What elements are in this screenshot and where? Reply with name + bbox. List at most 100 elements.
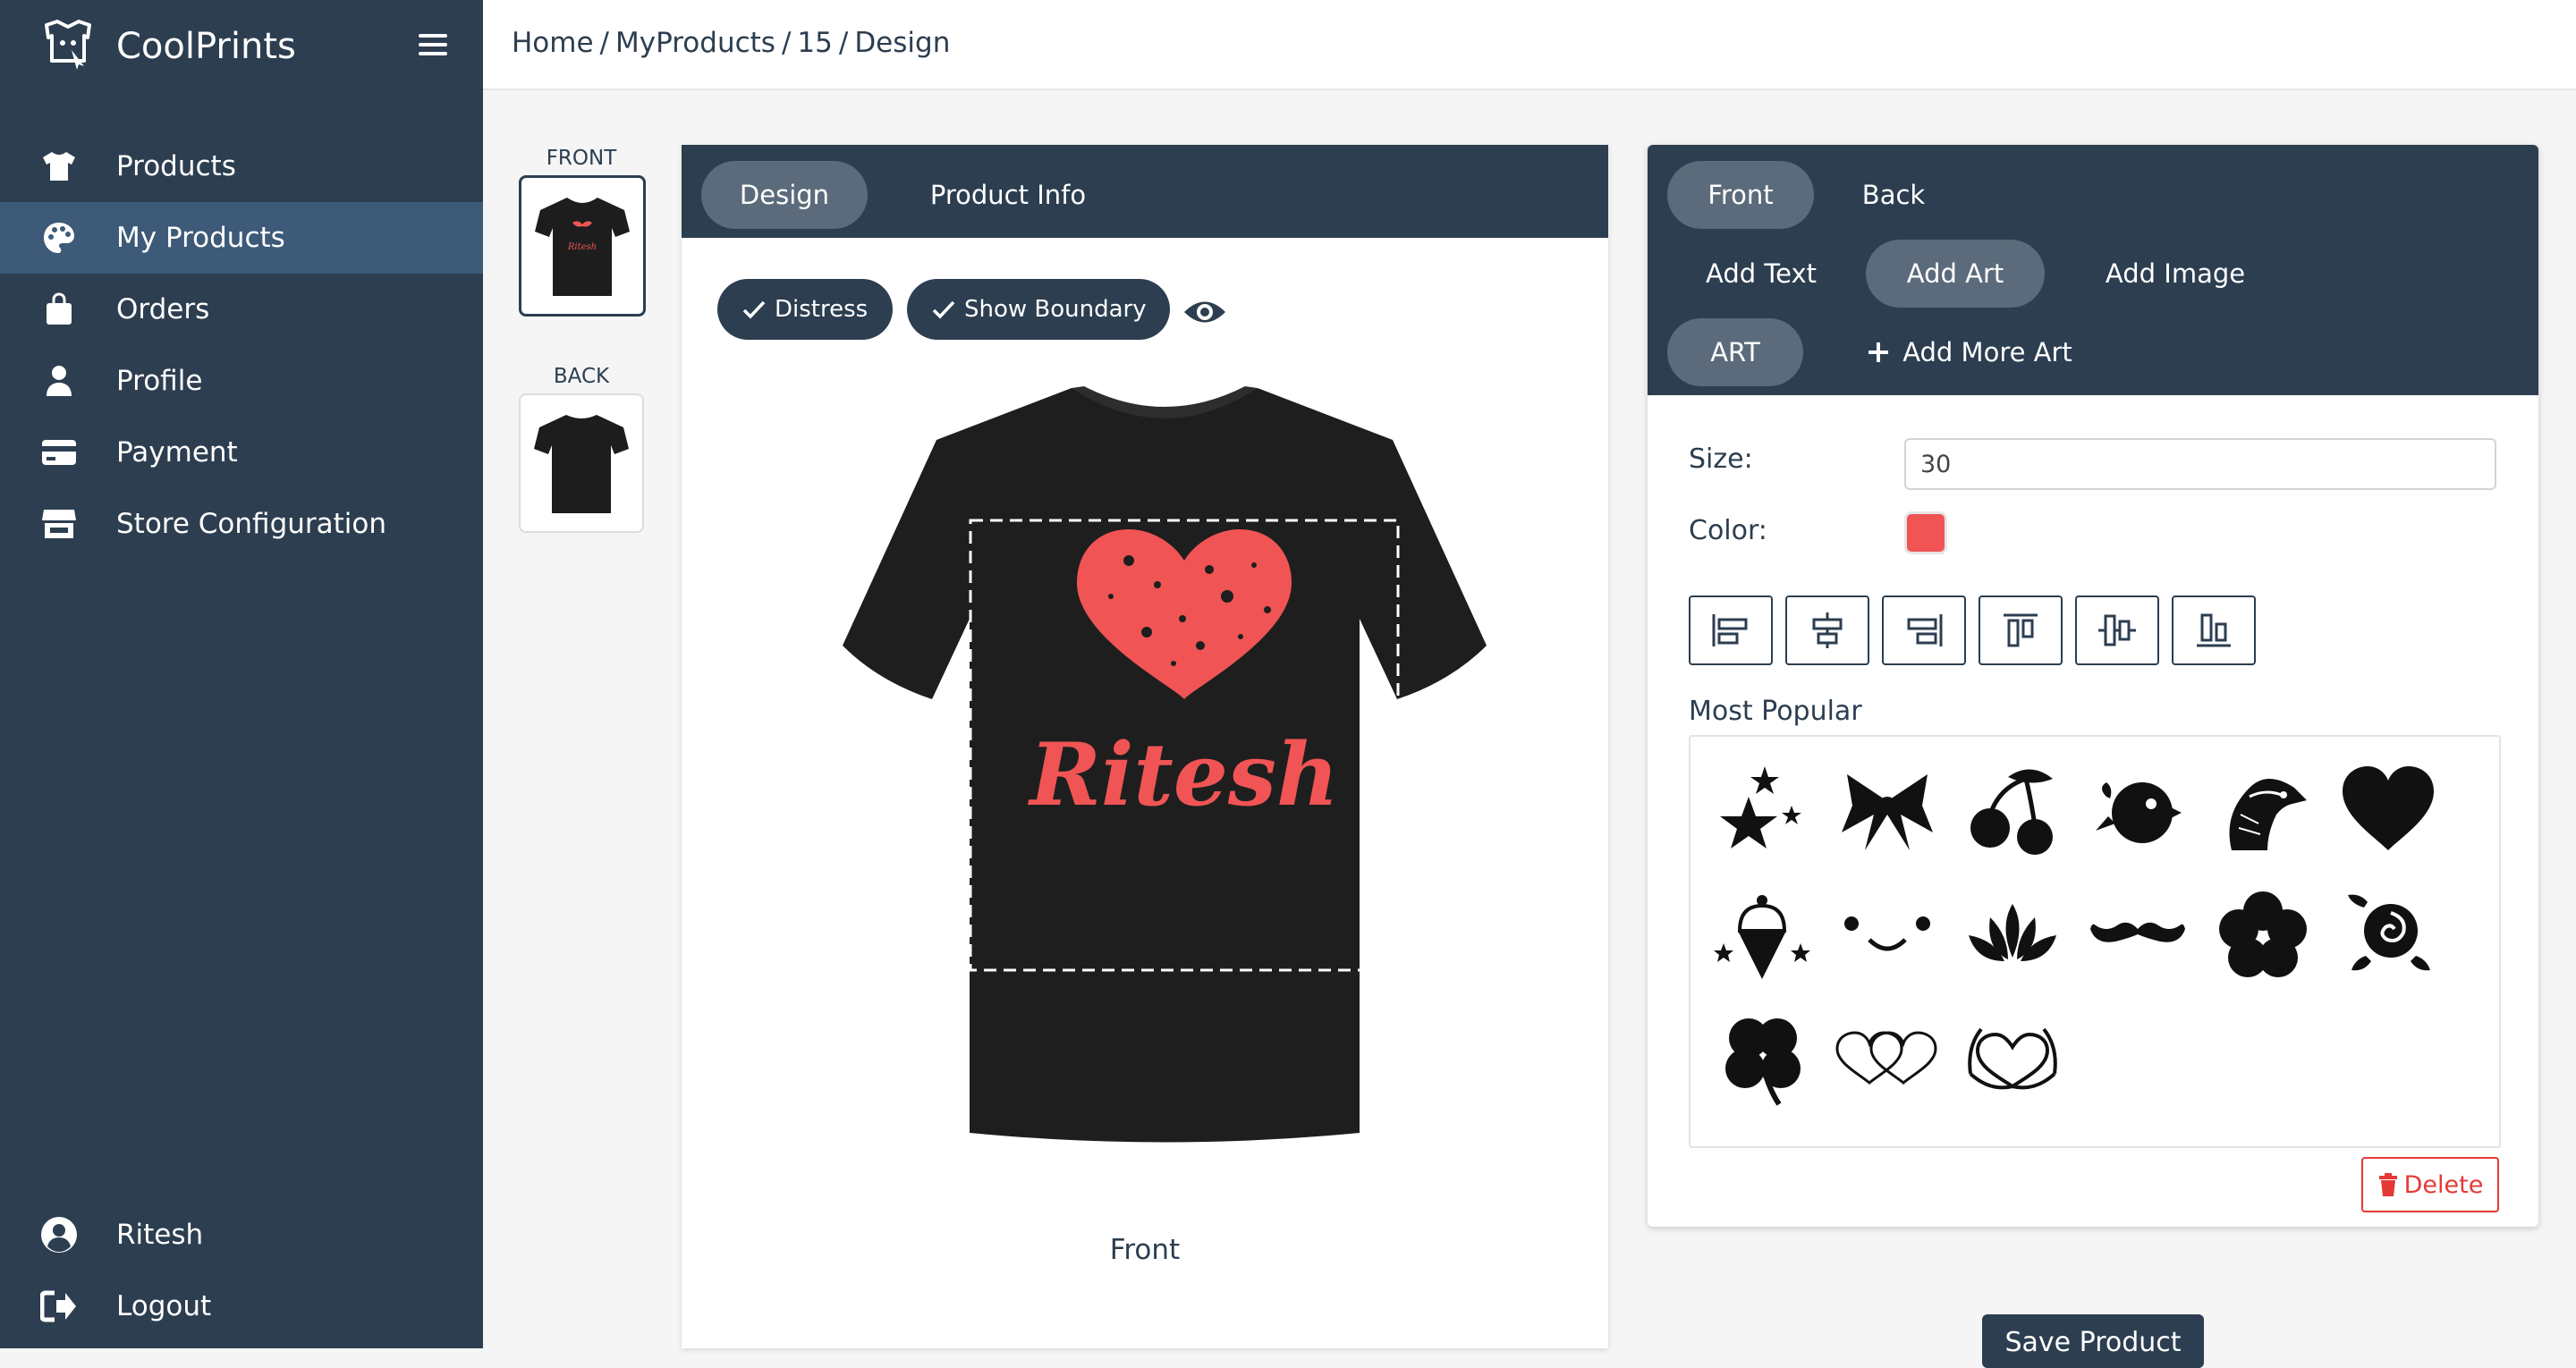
sidebar-item-label: My Products <box>116 222 285 254</box>
delete-label: Delete <box>2403 1170 2484 1199</box>
tab-front[interactable]: Front <box>1667 161 1814 229</box>
design-panel-header: Design Product Info <box>682 145 1608 238</box>
art-stars[interactable] <box>1708 756 1816 864</box>
add-more-art-label: Add More Art <box>1902 337 2072 367</box>
shirt-text[interactable]: Ritesh <box>1027 724 1339 825</box>
show-boundary-toggle[interactable]: Show Boundary <box>907 279 1170 340</box>
art-double-hearts[interactable] <box>1834 1007 1941 1114</box>
tab-back[interactable]: Back <box>1835 161 1952 229</box>
sidebar-item-user[interactable]: Ritesh <box>0 1199 483 1271</box>
breadcrumb-current: Design <box>854 27 951 59</box>
align-left-button[interactable] <box>1689 595 1773 665</box>
save-product-button[interactable]: Save Product <box>1982 1314 2204 1368</box>
user-circle-icon <box>39 1215 79 1254</box>
most-popular-label: Most Popular <box>1689 696 1862 727</box>
art-bird[interactable] <box>2084 756 2191 864</box>
tab-design[interactable]: Design <box>701 161 868 229</box>
art-lotus[interactable] <box>1959 882 2066 989</box>
check-icon <box>932 300 955 319</box>
breadcrumb-product-id[interactable]: 15 <box>797 27 832 59</box>
plus-icon <box>1868 342 1889 362</box>
brand-name: CoolPrints <box>116 26 296 67</box>
distress-label: Distress <box>775 296 869 323</box>
sidebar-item-orders[interactable]: Orders <box>0 274 483 345</box>
sidebar-item-store-configuration[interactable]: Store Configuration <box>0 488 483 560</box>
art-panel-header: Front Back Add Text Add Art Add Image AR… <box>1648 145 2538 395</box>
front-view-label: FRONT <box>546 147 617 170</box>
color-label: Color: <box>1689 515 1767 546</box>
eye-icon[interactable] <box>1182 297 1227 331</box>
breadcrumb-home[interactable]: Home <box>512 27 594 59</box>
user-icon <box>39 361 79 401</box>
art-panel: Front Back Add Text Add Art Add Image AR… <box>1648 145 2538 1227</box>
align-top-button[interactable] <box>1979 595 2063 665</box>
breadcrumb-separator: / <box>781 27 792 59</box>
size-input[interactable] <box>1904 438 2496 490</box>
sidebar-item-payment[interactable]: Payment <box>0 417 483 488</box>
sidebar-item-label: Logout <box>116 1290 212 1322</box>
art-heart-hands[interactable] <box>1959 1007 2066 1114</box>
delete-button[interactable]: Delete <box>2361 1157 2499 1212</box>
art-rose[interactable] <box>2334 882 2442 989</box>
art-cherries[interactable] <box>1959 756 2066 864</box>
sidebar-item-my-products[interactable]: My Products <box>0 202 483 274</box>
align-center-vertical-icon <box>2098 614 2136 646</box>
sidebar-item-label: Store Configuration <box>116 508 387 540</box>
back-view-thumb[interactable] <box>519 393 644 533</box>
credit-card-icon <box>39 433 79 472</box>
align-top-icon <box>2004 613 2038 647</box>
tab-add-text[interactable]: Add Text <box>1667 240 1855 308</box>
menu-toggle-icon[interactable] <box>419 29 447 61</box>
art-eagle[interactable] <box>2209 756 2317 864</box>
back-view-label: BACK <box>553 365 610 388</box>
breadcrumb-my-products[interactable]: MyProducts <box>615 27 775 59</box>
tab-product-info[interactable]: Product Info <box>896 161 1120 229</box>
tab-add-image[interactable]: Add Image <box>2068 240 2283 308</box>
art-smiley[interactable] <box>1834 882 1941 989</box>
sidebar: CoolPrints Products My Products Orders P… <box>0 0 483 1348</box>
sidebar-item-label: Payment <box>116 436 238 469</box>
sidebar-item-products[interactable]: Products <box>0 131 483 202</box>
align-center-horizontal-icon <box>1812 612 1843 648</box>
svg-text:Ritesh: Ritesh <box>567 242 597 252</box>
art-gallery <box>1689 735 2501 1148</box>
back-shirt-thumb-image <box>534 415 629 513</box>
align-right-button[interactable] <box>1882 595 1966 665</box>
view-caption: Front <box>1109 1234 1181 1266</box>
color-swatch[interactable] <box>1904 511 1947 554</box>
breadcrumb-separator: / <box>838 27 849 59</box>
sidebar-item-label: Products <box>116 150 236 182</box>
align-bottom-icon <box>2197 613 2231 647</box>
sidebar-item-logout[interactable]: Logout <box>0 1271 483 1342</box>
align-center-horizontal-button[interactable] <box>1785 595 1869 665</box>
front-shirt-thumb-image: Ritesh <box>535 198 630 296</box>
art-flower[interactable] <box>2209 882 2317 989</box>
align-center-vertical-button[interactable] <box>2075 595 2159 665</box>
palette-icon <box>39 218 79 258</box>
breadcrumb-separator: / <box>599 27 609 59</box>
check-icon <box>742 300 766 319</box>
art-bow[interactable] <box>1834 756 1941 864</box>
front-view-thumb[interactable]: Ritesh <box>519 175 646 317</box>
art-heart[interactable] <box>2334 756 2442 864</box>
tab-add-art[interactable]: Add Art <box>1866 240 2045 308</box>
align-right-icon <box>1907 614 1943 646</box>
align-left-icon <box>1712 614 1748 646</box>
tab-art[interactable]: ART <box>1667 318 1803 386</box>
sidebar-item-profile[interactable]: Profile <box>0 345 483 417</box>
sidebar-item-label: Ritesh <box>116 1219 204 1251</box>
shopping-bag-icon <box>39 290 79 329</box>
art-clover[interactable] <box>1708 1007 1816 1114</box>
breadcrumb: Home / MyProducts / 15 / Design <box>512 27 950 59</box>
sidebar-item-label: Orders <box>116 293 210 325</box>
brand[interactable]: CoolPrints <box>39 18 296 75</box>
art-mustache[interactable] <box>2084 882 2191 989</box>
distress-toggle[interactable]: Distress <box>717 279 893 340</box>
tshirt-icon <box>39 147 79 186</box>
design-panel: Design Product Info Distress Show Bounda… <box>682 145 1608 1348</box>
trash-icon <box>2378 1173 2397 1196</box>
art-ice-cream[interactable] <box>1708 882 1816 989</box>
tshirt-mockup[interactable]: Ritesh <box>807 377 1522 1155</box>
align-bottom-button[interactable] <box>2172 595 2256 665</box>
add-more-art-button[interactable]: Add More Art <box>1844 318 2095 386</box>
